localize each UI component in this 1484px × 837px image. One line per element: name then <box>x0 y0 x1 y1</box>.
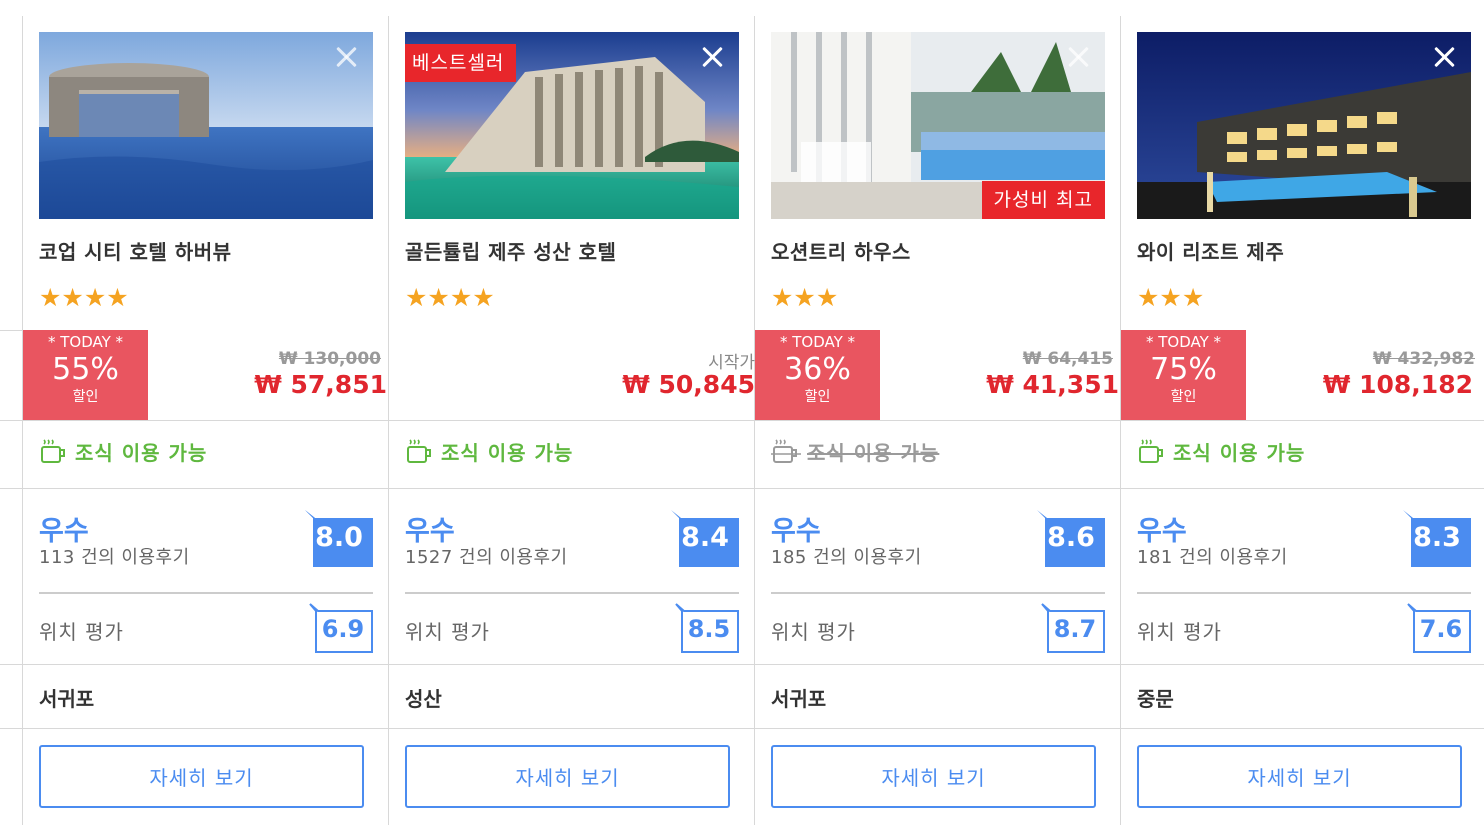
location-score: 7.6 <box>1419 615 1463 643</box>
area-name: 서귀포 <box>771 687 827 711</box>
review-score-badge: 8.3 <box>1403 510 1471 567</box>
original-price: ₩ 130,000 <box>278 349 381 369</box>
discount-label: 할인 <box>1170 389 1197 405</box>
review-score: 8.3 <box>1413 522 1461 553</box>
review-score-badge: 8.0 <box>305 510 373 567</box>
breakfast-info: 조식 이용 가능 <box>39 436 207 466</box>
close-icon[interactable] <box>1429 42 1459 72</box>
stars-icon: ★★★ <box>1137 283 1205 312</box>
area-name: 중문 <box>1137 687 1174 711</box>
breakfast-info: 조식 이용 가능 <box>1137 436 1305 466</box>
hotel-card: 가성비 최고 오션트리 하우스 ★★★ * TODAY * 36% 할인 ₩ 6… <box>755 0 1121 837</box>
review-score: 8.4 <box>681 522 729 553</box>
today-label: * TODAY * <box>1145 333 1222 351</box>
stars-icon: ★★★★ <box>405 283 495 312</box>
close-icon[interactable] <box>1063 42 1093 72</box>
today-discount-badge: * TODAY * 75% 할인 <box>1121 330 1246 420</box>
sale-price: ₩ 50,845 <box>622 370 755 399</box>
discount-label: 할인 <box>804 389 831 405</box>
location-score: 8.5 <box>687 615 731 643</box>
close-icon[interactable] <box>697 42 727 72</box>
coffee-cup-icon <box>771 439 801 463</box>
review-score: 8.6 <box>1047 522 1095 553</box>
review-count[interactable]: 113 건의 이용후기 <box>39 543 190 569</box>
best-value-ribbon: 가성비 최고 <box>981 181 1105 219</box>
location-score-badge: 7.6 <box>1407 603 1471 653</box>
review-count[interactable]: 185 건의 이용후기 <box>771 543 922 569</box>
today-discount-badge: * TODAY * 55% 할인 <box>23 330 148 420</box>
row-divider <box>0 330 22 331</box>
discount-percent: 55% <box>52 352 119 387</box>
hotel-photo[interactable] <box>1137 32 1471 219</box>
location-score-badge: 8.5 <box>675 603 739 653</box>
view-details-button[interactable]: 자세히 보기 <box>405 745 730 808</box>
sale-price: ₩ 57,851 <box>254 370 387 399</box>
view-details-button[interactable]: 자세히 보기 <box>39 745 364 808</box>
breakfast-label: 조식 이용 가능 <box>75 440 208 465</box>
hotel-card: 와이 리조트 제주 ★★★ * TODAY * 75% 할인 ₩ 432,982… <box>1121 0 1484 837</box>
row-divider <box>0 420 22 421</box>
review-score: 8.0 <box>315 522 363 553</box>
review-count[interactable]: 1527 건의 이용후기 <box>405 543 568 569</box>
location-score: 6.9 <box>321 615 365 643</box>
hotel-photo[interactable]: 베스트셀러 <box>405 32 739 219</box>
breakfast-info: 조식 이용 가능 <box>405 436 573 466</box>
hotel-card: 코업 시티 호텔 하버뷰 ★★★★ * TODAY * 55% 할인 ₩ 130… <box>23 0 389 837</box>
breakfast-info: 조식 이용 가능 <box>771 436 939 466</box>
breakfast-label: 조식 이용 가능 <box>807 440 940 465</box>
hotel-name[interactable]: 와이 리조트 제주 <box>1137 236 1284 265</box>
hotel-photo[interactable]: 가성비 최고 <box>771 32 1105 219</box>
today-label: * TODAY * <box>779 333 856 351</box>
discount-label: 할인 <box>72 389 99 405</box>
sale-price: ₩ 41,351 <box>986 370 1119 399</box>
bestseller-ribbon: 베스트셀러 <box>405 44 517 82</box>
coffee-cup-icon <box>41 439 65 463</box>
review-count[interactable]: 181 건의 이용후기 <box>1137 543 1288 569</box>
location-rating-label: 위치 평가 <box>1137 620 1222 644</box>
view-details-button[interactable]: 자세히 보기 <box>771 745 1096 808</box>
view-details-button[interactable]: 자세히 보기 <box>1137 745 1462 808</box>
stars-icon: ★★★ <box>771 283 839 312</box>
location-score-badge: 6.9 <box>309 603 373 653</box>
today-discount-badge: * TODAY * 36% 할인 <box>755 330 880 420</box>
hotel-card: 베스트셀러 골든튤립 제주 성산 호텔 ★★★★ 시작가 ₩ 50,845 조식… <box>389 0 755 837</box>
hotel-name[interactable]: 골든튤립 제주 성산 호텔 <box>405 236 616 265</box>
discount-percent: 36% <box>784 352 851 387</box>
coffee-cup-icon <box>407 439 431 463</box>
location-rating-label: 위치 평가 <box>39 620 124 644</box>
hotel-photo[interactable] <box>39 32 373 219</box>
location-rating-label: 위치 평가 <box>771 620 856 644</box>
star-rating: ★★★★ <box>405 284 495 312</box>
section-divider <box>1137 592 1471 594</box>
discount-percent: 75% <box>1150 352 1217 387</box>
hotel-photo-image <box>39 32 373 219</box>
today-label: * TODAY * <box>47 333 124 351</box>
star-rating: ★★★ <box>1137 284 1204 312</box>
sale-price: ₩ 108,182 <box>1322 370 1473 399</box>
star-rating: ★★★ <box>771 284 838 312</box>
hotel-name[interactable]: 오션트리 하우스 <box>771 236 911 265</box>
hotel-name[interactable]: 코업 시티 호텔 하버뷰 <box>39 236 232 265</box>
location-score-badge: 8.7 <box>1041 603 1105 653</box>
area-name: 성산 <box>405 687 442 711</box>
location-score: 8.7 <box>1053 615 1097 643</box>
coffee-cup-icon <box>1139 439 1163 463</box>
section-divider <box>771 592 1105 594</box>
section-divider <box>405 592 739 594</box>
original-price: ₩ 64,415 <box>1022 349 1113 369</box>
location-rating-label: 위치 평가 <box>405 620 490 644</box>
stars-icon: ★★★★ <box>39 283 129 312</box>
review-score-badge: 8.4 <box>671 510 739 567</box>
breakfast-label: 조식 이용 가능 <box>441 440 574 465</box>
area-name: 서귀포 <box>39 687 95 711</box>
section-divider <box>39 592 373 594</box>
review-score-badge: 8.6 <box>1037 510 1105 567</box>
star-rating: ★★★★ <box>39 284 129 312</box>
original-price: ₩ 432,982 <box>1372 349 1475 369</box>
hotel-photo-image <box>1137 32 1471 219</box>
breakfast-label: 조식 이용 가능 <box>1173 440 1306 465</box>
close-icon[interactable] <box>331 42 361 72</box>
